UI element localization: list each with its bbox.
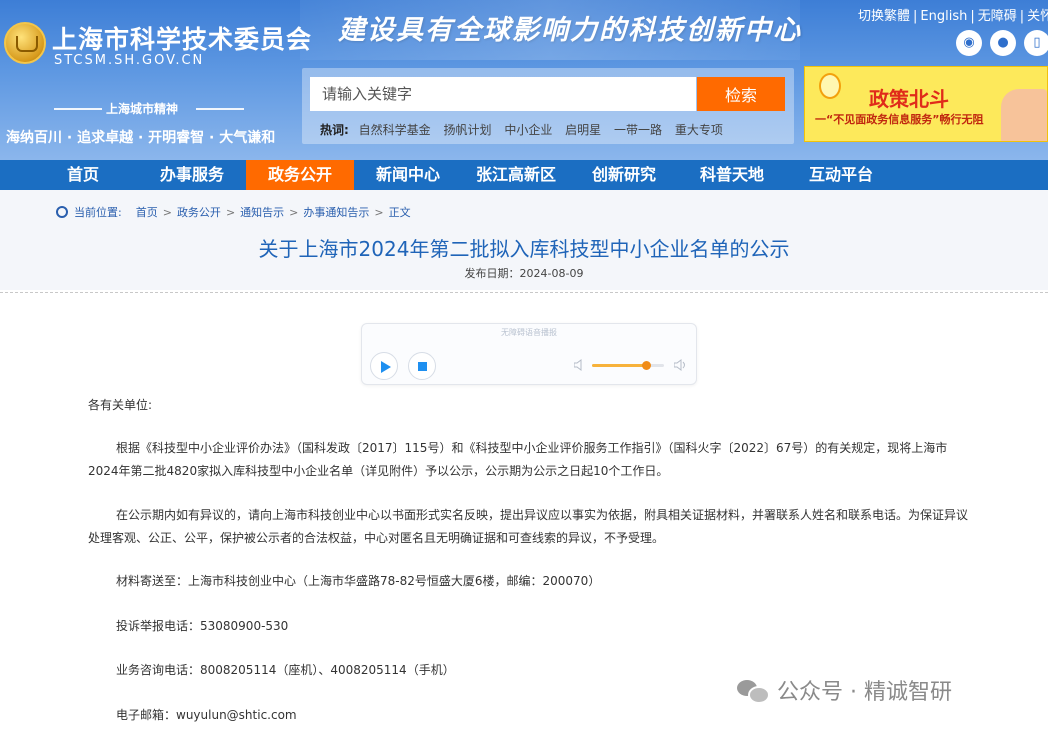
complaint-phone: 投诉举报电话：53080900-530 xyxy=(116,619,289,633)
body-paragraph: 在公示期内如有异议的，请向上海市科技创业中心以书面形式实名反映，提出异议应以事实… xyxy=(88,508,969,545)
publish-date: 发布日期：2024-08-09 xyxy=(464,267,584,280)
slogan-text: 建设具有全球影响力的科技创新中心 xyxy=(338,15,802,46)
hot-word-link[interactable]: 一带一路 xyxy=(614,123,662,137)
hand-illustration-icon xyxy=(1001,89,1047,141)
nav-item-gov-affairs[interactable]: 政务公开 xyxy=(246,160,354,190)
volume-slider[interactable] xyxy=(592,361,664,370)
volume-high-icon[interactable] xyxy=(674,359,688,371)
spirit-text: 海纳百川 · 追求卓越 · 开明睿智 · 大气谦和 xyxy=(6,130,276,146)
page-title: 关于上海市2024年第二批拟入库科技型中小企业名单的公示 xyxy=(258,237,790,261)
hot-words: 热词: 自然科学基金 扬帆计划 中小企业 启明星 一带一路 重大专项 xyxy=(320,121,732,138)
main-nav: 首页 办事服务 政务公开 新闻中心 张江高新区 创新研究 科普天地 互动平台 xyxy=(0,160,1048,190)
chevron-right-icon: > xyxy=(225,206,236,219)
breadcrumb-item[interactable]: 政务公开 xyxy=(177,206,221,219)
nav-item-news[interactable]: 新闻中心 xyxy=(354,160,462,190)
volume-low-icon[interactable] xyxy=(574,359,584,371)
player-caption: 无障碍语音播报 xyxy=(501,328,557,337)
nav-item-interaction[interactable]: 互动平台 xyxy=(786,160,896,190)
consult-phone: 业务咨询电话：8008205114（座机）、4008205114（手机） xyxy=(116,663,455,677)
site-title[interactable]: 上海市科学技术委员会 xyxy=(52,20,312,56)
stop-button[interactable] xyxy=(408,352,436,380)
hot-word-link[interactable]: 扬帆计划 xyxy=(443,123,491,137)
nav-item-services[interactable]: 办事服务 xyxy=(138,160,246,190)
weibo-icon[interactable]: ◉ xyxy=(956,30,982,56)
watermark-text: 公众号 · 精诚智研 xyxy=(777,680,952,705)
hot-word-link[interactable]: 启明星 xyxy=(565,123,601,137)
breadcrumb-item[interactable]: 办事通知告示 xyxy=(303,206,369,219)
divider: | xyxy=(1019,9,1025,24)
nav-item-science-pop[interactable]: 科普天地 xyxy=(678,160,786,190)
nav-item-zhangjiang[interactable]: 张江高新区 xyxy=(462,160,570,190)
volume-fill xyxy=(592,364,646,367)
breadcrumb-item[interactable]: 通知告示 xyxy=(240,206,284,219)
divider: | xyxy=(970,9,975,24)
salutation: 各有关单位: xyxy=(88,398,153,412)
address-line: 材料寄送至：上海市科技创业中心（上海市华盛路78-82号恒盛大厦6楼，邮编：20… xyxy=(116,574,601,588)
breadcrumb-item[interactable]: 首页 xyxy=(136,206,158,219)
email-line: 电子邮箱：wuyulun@shtic.com xyxy=(116,708,297,722)
mobile-icon[interactable]: ▯ xyxy=(1024,30,1048,56)
search-button[interactable]: 检索 xyxy=(697,77,785,111)
divider: | xyxy=(913,9,918,24)
link-english[interactable]: English xyxy=(920,9,967,24)
chevron-right-icon: > xyxy=(289,206,299,219)
hot-word-link[interactable]: 重大专项 xyxy=(675,123,723,137)
play-button[interactable] xyxy=(370,352,398,380)
nav-item-innovation[interactable]: 创新研究 xyxy=(570,160,678,190)
wechat-icon xyxy=(737,677,771,704)
chevron-right-icon: > xyxy=(162,206,172,219)
breadcrumb-label: 当前位置: xyxy=(74,206,122,219)
emblem-logo-icon[interactable] xyxy=(4,22,46,64)
breadcrumb: 当前位置: 首页 > 政务公开 > 通知告示 > 办事通知告示 > 正文 xyxy=(56,204,411,220)
banner-subtitle: 一“不见面政务信息服务”畅行无阻 xyxy=(815,113,984,126)
link-traditional[interactable]: 切换繁體 xyxy=(858,9,910,24)
hot-words-label: 热词: xyxy=(320,123,349,137)
location-icon xyxy=(56,206,68,218)
policy-banner[interactable]: 政策北斗 一“不见面政务信息服务”畅行无阻 xyxy=(804,66,1048,142)
top-links: 切换繁體|English|无障碍|关怀版 xyxy=(858,5,1048,24)
wechat-icon[interactable]: ● xyxy=(990,30,1016,56)
spirit-label: 上海城市精神 xyxy=(106,102,179,116)
chevron-right-icon: > xyxy=(374,206,384,219)
volume-thumb[interactable] xyxy=(642,361,651,370)
hot-word-link[interactable]: 中小企业 xyxy=(504,123,552,137)
divider xyxy=(196,108,244,110)
search-input[interactable] xyxy=(310,77,696,111)
watermark: 公众号 · 精诚智研 xyxy=(737,674,952,706)
nav-item-home[interactable]: 首页 xyxy=(28,160,138,190)
banner-title: 政策北斗 xyxy=(869,87,949,111)
link-care-mode[interactable]: 关怀版 xyxy=(1027,9,1048,24)
divider xyxy=(54,108,102,110)
hot-word-link[interactable]: 自然科学基金 xyxy=(359,123,431,137)
breadcrumb-item: 正文 xyxy=(388,206,411,219)
divider xyxy=(0,292,1048,293)
body-paragraph: 根据《科技型中小企业评价办法》（国科发政〔2017〕115号）和《科技型中小企业… xyxy=(88,441,948,478)
lightbulb-icon xyxy=(819,73,841,99)
link-accessibility[interactable]: 无障碍 xyxy=(978,9,1017,24)
site-domain: STCSM.SH.GOV.CN xyxy=(54,53,205,68)
